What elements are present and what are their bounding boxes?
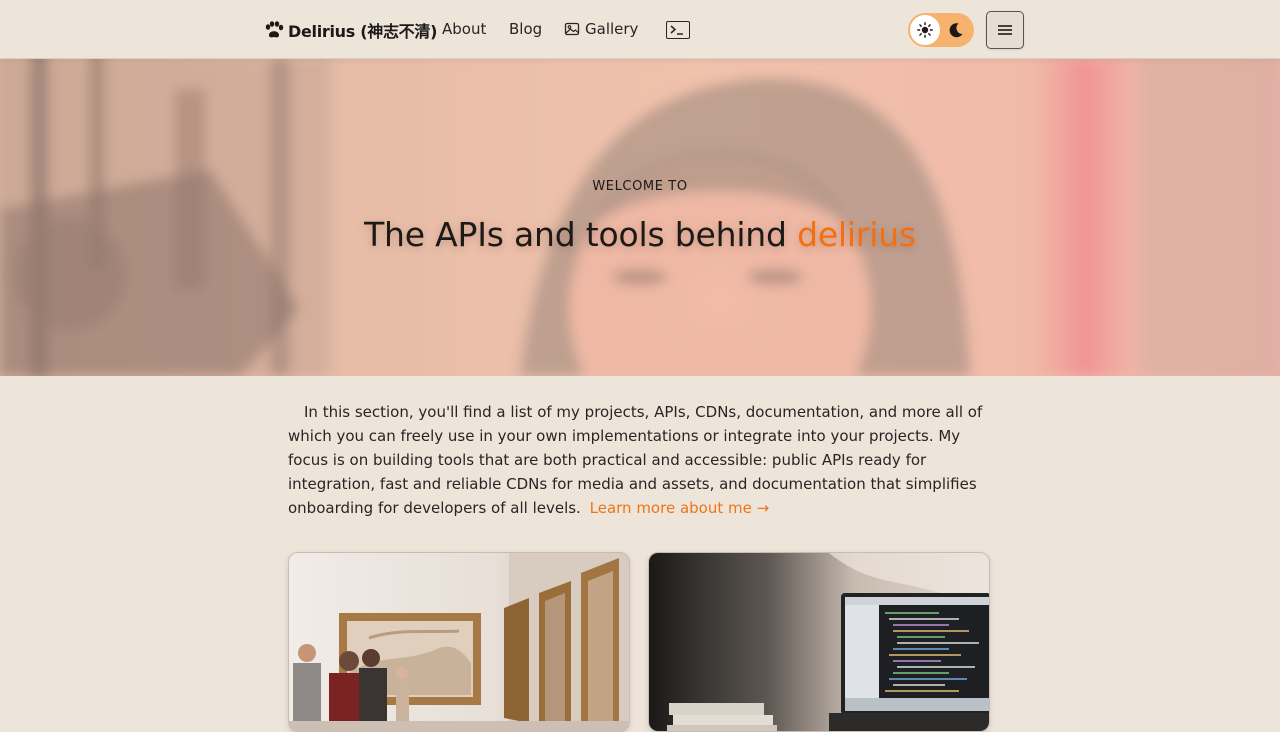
top-navbar: Delirius (神志不清) About Blog Gallery	[0, 0, 1280, 59]
nav-link-blog-label: Blog	[509, 20, 543, 38]
brand-logo-link[interactable]: Delirius (神志不清)	[264, 18, 437, 42]
paw-icon	[265, 21, 284, 38]
menu-button[interactable]	[986, 11, 1024, 49]
terminal-icon	[670, 25, 683, 35]
hamburger-icon	[998, 25, 1012, 35]
nav-link-gallery-label: Gallery	[585, 20, 639, 38]
hero-title-main: The APIs and tools behind	[364, 215, 787, 254]
theme-toggle-knob	[910, 15, 940, 45]
gallery-visitors-photo	[289, 553, 629, 731]
brand-name: Delirius (神志不清)	[288, 22, 438, 41]
learn-more-link[interactable]: Learn more about me →	[590, 499, 770, 517]
hero-title-accent: delirius	[797, 215, 916, 254]
hero-title: The APIs and tools behind delirius	[0, 215, 1280, 254]
nav-link-about-label: About	[442, 20, 487, 38]
project-card-gallery[interactable]	[288, 552, 630, 732]
project-card-code[interactable]	[648, 552, 990, 732]
intro-paragraph: In this section, you'll find a list of m…	[288, 400, 992, 520]
nav-link-about[interactable]: About	[442, 20, 486, 38]
terminal-button[interactable]	[666, 21, 690, 39]
nav-link-gallery[interactable]: Gallery	[564, 20, 638, 38]
moon-icon	[949, 23, 963, 38]
laptop-code-photo	[649, 553, 989, 731]
hero-kicker: WELCOME TO	[592, 179, 688, 194]
theme-toggle[interactable]	[908, 13, 974, 47]
nav-link-blog[interactable]: Blog	[509, 20, 542, 38]
hero-banner: WELCOME TO The APIs and tools behind del…	[0, 59, 1280, 376]
sun-icon	[917, 22, 933, 38]
image-icon	[564, 22, 580, 36]
